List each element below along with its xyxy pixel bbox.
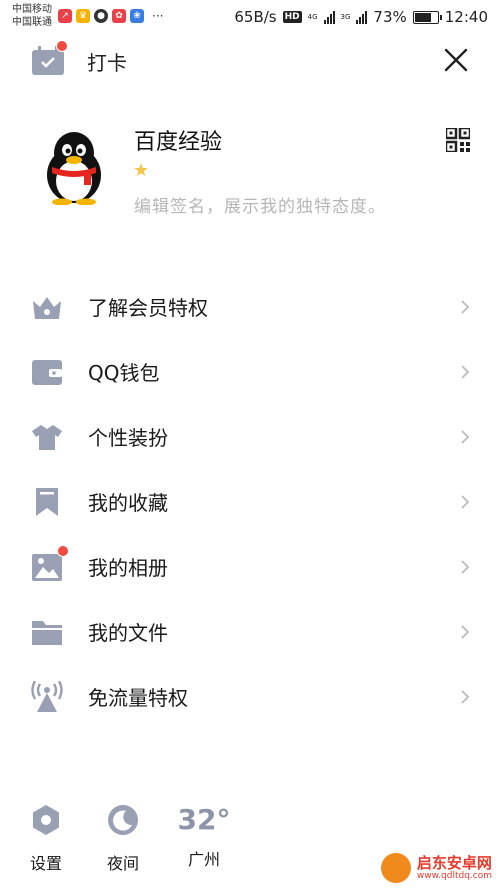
bottom-bar: 设置 夜间 32° 广州 启东安卓网 www.qdltdq.com [0, 800, 500, 889]
chevron-right-icon [461, 429, 470, 444]
battery-percent: 73% [373, 8, 407, 26]
menu-label: 我的相册 [88, 556, 168, 580]
wallet-icon [32, 359, 62, 385]
clock: 12:40 [444, 8, 488, 26]
network-type-2: 3G [340, 12, 351, 21]
folder-icon [32, 620, 62, 645]
hd-badge: HD [282, 11, 302, 23]
network-type-1: 4G [307, 12, 318, 21]
calendar-check-icon [31, 40, 68, 76]
menu-label: 了解会员特权 [88, 296, 208, 320]
chevron-right-icon [461, 364, 470, 379]
huawei-app-icon: ✿ [112, 9, 126, 23]
album-red-dot [57, 544, 69, 557]
battery-icon [412, 10, 442, 24]
menu-label: 免流量特权 [88, 686, 188, 710]
qr-code-button[interactable] [444, 126, 472, 154]
shirt-icon [32, 424, 62, 450]
menu-label: QQ钱包 [88, 361, 160, 385]
settings-label: 设置 [29, 854, 62, 873]
chevron-right-icon [461, 559, 470, 574]
menu-item-files[interactable]: 我的文件 [0, 599, 500, 664]
drawer-menu: 了解会员特权 QQ钱包 个性装扮 我的收藏 我的相册 我的文件 免流量特权 [0, 274, 500, 729]
weather-widget[interactable]: 32° 广州 [172, 800, 236, 870]
menu-label: 我的文件 [88, 621, 168, 645]
baidu-app-icon: ❀ [130, 9, 144, 23]
watermark-name: 启东安卓网 [416, 854, 492, 872]
status-right: 65B/s HD 4G 3G 73% 12:40 [234, 8, 488, 26]
chevron-right-icon [461, 299, 470, 314]
menu-item-theme[interactable]: 个性装扮 [0, 404, 500, 469]
close-icon [444, 48, 468, 72]
qq-penguin-icon [47, 132, 101, 206]
watermark-url: www.qdltdq.com [416, 871, 492, 881]
temperature: 32° [177, 803, 231, 836]
network-speed: 65B/s [234, 8, 277, 26]
level-star-icon[interactable]: ★ [133, 160, 149, 181]
stock-app-icon: ↗ [58, 9, 72, 23]
chevron-right-icon [461, 494, 470, 509]
carrier-1: 中国移动 [12, 4, 52, 15]
city-label: 广州 [187, 850, 220, 869]
checkin-button[interactable]: 打卡 [31, 40, 127, 76]
checkin-label: 打卡 [87, 50, 127, 75]
menu-item-free-data[interactable]: 免流量特权 [0, 664, 500, 729]
menu-item-wallet[interactable]: QQ钱包 [0, 339, 500, 404]
night-mode-button[interactable]: 夜间 [93, 800, 153, 874]
night-mode-label: 夜间 [106, 854, 139, 873]
signal-icon-1 [323, 10, 335, 24]
menu-item-album[interactable]: 我的相册 [0, 534, 500, 599]
battery-level [414, 12, 431, 22]
watermark-logo-icon [380, 853, 411, 883]
settings-icon [33, 805, 59, 835]
checkin-red-dot [56, 40, 68, 52]
bookmark-icon [36, 487, 58, 516]
menu-item-vip[interactable]: 了解会员特权 [0, 274, 500, 339]
signal-icon-2 [356, 10, 368, 24]
moon-icon [108, 805, 138, 835]
chevron-right-icon [461, 624, 470, 639]
settings-button[interactable]: 设置 [16, 800, 76, 874]
crown-app-icon: ♛ [76, 9, 90, 23]
photo-icon [31, 544, 69, 583]
menu-label: 我的收藏 [88, 491, 168, 515]
watermark: 启东安卓网 www.qdltdq.com [380, 853, 492, 883]
close-button[interactable] [442, 46, 470, 74]
antenna-icon [31, 680, 63, 712]
menu-label: 个性装扮 [88, 426, 168, 450]
carrier-info: 中国移动 中国联通 [12, 3, 52, 29]
qr-code-icon [444, 126, 472, 154]
chevron-right-icon [461, 689, 470, 704]
signature-field[interactable]: 编辑签名，展示我的独特态度。 [134, 192, 386, 217]
status-bar: 中国移动 中国联通 ↗ ♛ ● ✿ ❀ ··· 65B/s HD 4G 3G 7… [0, 0, 500, 34]
username[interactable]: 百度经验 [134, 124, 222, 156]
carrier-2: 中国联通 [12, 17, 52, 28]
avatar[interactable] [40, 131, 108, 206]
message-app-icon: ● [94, 9, 108, 23]
menu-item-favorites[interactable]: 我的收藏 [0, 469, 500, 534]
more-notifications-icon: ··· [152, 9, 164, 23]
notification-icons: ↗ ♛ ● ✿ ❀ ··· [58, 9, 163, 23]
vip-crown-icon [33, 296, 61, 319]
